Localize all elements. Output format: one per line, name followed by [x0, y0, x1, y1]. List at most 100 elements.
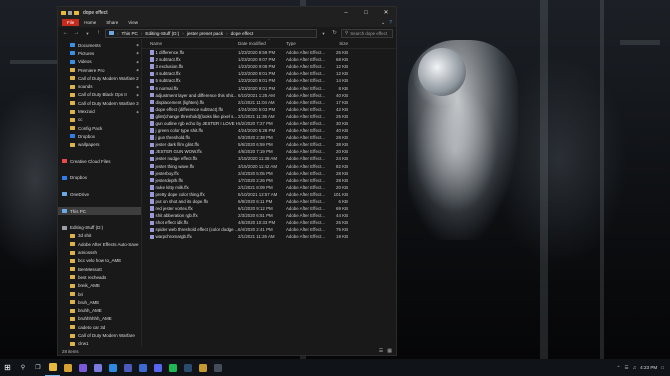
nav-item[interactable]: bri — [58, 290, 141, 298]
file-row[interactable]: jester thing wave.ffx 3/15/2020 11:42 AM A… — [142, 163, 396, 170]
tab-view[interactable]: View — [123, 19, 143, 26]
nav-item[interactable]: Call of Duty Modern Warfare 3◆ — [58, 99, 141, 107]
help-icon[interactable]: ? — [389, 20, 392, 26]
file-row[interactable]: 2 subtract.ffx 1/23/2020 9:07 PM Adobe Aft… — [142, 56, 396, 63]
address-dropdown-icon[interactable]: ▼ — [319, 31, 328, 36]
nav-item[interactable]: Dropbox — [58, 174, 141, 182]
file-row[interactable]: put on shot and its dope.ffx 6/9/2020 6:1… — [142, 198, 396, 205]
nav-item[interactable]: OneDrive — [58, 190, 141, 198]
premiere-icon[interactable] — [75, 359, 90, 376]
file-row[interactable]: JESTER GUN WOW.ffx 4/6/2020 7:19 PM Adobe … — [142, 148, 396, 155]
file-row[interactable]: j green color type shit.ffx 4/24/2020 5:2… — [142, 127, 396, 134]
file-row[interactable]: spider web threshold effect (color dodge… — [142, 226, 396, 233]
nav-item[interactable]: Creative Cloud Files — [58, 157, 141, 165]
nav-item[interactable]: bruhh_AME — [58, 307, 141, 315]
nav-item[interactable]: 3d shit — [58, 232, 141, 240]
recent-locations-icon[interactable]: ▼ — [83, 31, 92, 36]
new-folder-icon[interactable] — [74, 10, 79, 15]
windows-start-icon[interactable]: ⊞ — [0, 359, 15, 376]
file-row[interactable]: displacement (lighten).ffx 2/1/2021 11:04… — [142, 99, 396, 106]
file-row[interactable]: adjustment layer and difference this shi… — [142, 92, 396, 99]
file-row[interactable]: jesterdepth.ffx 1/7/2020 2:26 PM Adobe Aft… — [142, 177, 396, 184]
nav-item[interactable]: best recheads — [58, 273, 141, 281]
tab-file[interactable]: File — [62, 19, 80, 26]
network-icon[interactable]: ☰ — [625, 365, 629, 371]
nav-item[interactable]: Videos ◆ — [58, 58, 141, 66]
refresh-icon[interactable]: ↻ — [330, 30, 339, 36]
nav-item[interactable]: sounds ◆ — [58, 82, 141, 90]
tab-home[interactable]: Home — [79, 19, 101, 26]
back-arrow-icon[interactable]: ← — [61, 30, 70, 36]
maximize-button[interactable]: □ — [356, 7, 376, 18]
nav-item[interactable]: cadeto car 3d — [58, 323, 141, 331]
nav-item[interactable]: This PC — [58, 206, 141, 216]
file-row[interactable]: nuke kitty milk.ffx 2/1/2021 8:09 PM Adobe… — [142, 184, 396, 191]
breadcrumb-this-pc[interactable]: This PC — [122, 31, 138, 36]
breadcrumb-jester-preset-pack[interactable]: jester preset pack — [187, 31, 223, 36]
nav-item[interactable]: bruhhhhhh_AME — [58, 315, 141, 323]
nav-item[interactable]: clrw1 — [58, 340, 141, 347]
title-bar[interactable]: dope effect – □ ✕ — [58, 7, 396, 18]
quick-access-icon[interactable] — [68, 10, 72, 15]
clock[interactable]: 4:23 PM — [640, 365, 657, 371]
task-view-icon[interactable]: ❐ — [31, 364, 45, 371]
file-row[interactable]: red jester vortex.ffx 6/1/2020 9:12 PM Ado… — [142, 205, 396, 212]
media-encoder-icon[interactable] — [120, 359, 135, 376]
notifications-icon[interactable]: □ — [661, 365, 664, 370]
folder-icon[interactable] — [195, 359, 210, 376]
file-row[interactable]: shot effect idk.ffx 4/6/2020 10:33 PM Adob… — [142, 219, 396, 226]
nav-item[interactable]: wallpapers — [58, 141, 141, 149]
up-arrow-icon[interactable]: ↑ — [94, 30, 103, 36]
file-row[interactable]: warpchromargb.ffx 2/1/2021 11:26 AM Adobe … — [142, 233, 396, 240]
file-row[interactable]: jester dark film glint.ffx 5/6/2020 6:59 … — [142, 141, 396, 148]
spotify-icon[interactable] — [165, 359, 180, 376]
file-row[interactable]: jesterboy.ffx 2/4/2020 5:05 PM Adobe After… — [142, 170, 396, 177]
file-row[interactable]: gun outline rgb echo by JESTER I LOVE H.… — [142, 120, 396, 127]
breadcrumb-drive[interactable]: Editing-Stuff (D:) — [145, 31, 179, 36]
details-view-icon[interactable]: ☰ — [379, 348, 383, 354]
nav-item[interactable]: Config Pack — [58, 124, 141, 132]
expand-ribbon-icon[interactable]: ⌄ — [381, 20, 385, 26]
close-button[interactable]: ✕ — [376, 7, 396, 18]
search-icon[interactable]: ⚲ — [15, 364, 31, 371]
nav-item[interactable]: Adobe After Effects Auto-Save — [58, 240, 141, 248]
search-box[interactable]: ⚲ Search dope effect — [341, 28, 393, 38]
tab-share[interactable]: Share — [101, 19, 123, 26]
nav-item[interactable]: BenMessott — [58, 265, 141, 273]
show-hidden-icons-icon[interactable]: ⌃ — [617, 365, 621, 371]
file-row[interactable]: 5 subtract.ffx 1/23/2020 9:01 PM Adobe Aft… — [142, 77, 396, 84]
nav-item[interactable]: amiosssh — [58, 248, 141, 256]
volume-icon[interactable]: ♫ — [633, 365, 636, 370]
nav-item[interactable]: Premiere Pro ◆ — [58, 66, 141, 74]
file-explorer-icon[interactable] — [45, 359, 60, 376]
file-row[interactable]: j gun threshold.ffx 5/3/2020 2:38 PM Adobe… — [142, 134, 396, 141]
nav-item[interactable]: bcc velo how to_AME — [58, 257, 141, 265]
nav-item[interactable]: bruh_AME — [58, 298, 141, 306]
after-effects-icon[interactable] — [90, 359, 105, 376]
file-row[interactable]: 3 exclusion.ffx 1/23/2020 9:08 PM Adobe Af… — [142, 63, 396, 70]
file-row[interactable]: 4 subtract.ffx 1/23/2020 9:01 PM Adobe Aft… — [142, 70, 396, 77]
file-row[interactable]: dope effect (difference subtract).ffx 4/2… — [142, 106, 396, 113]
nav-item[interactable]: Call of Duty Modern Warfare 2◆ — [58, 74, 141, 82]
file-row[interactable]: 6 normal.ffx 1/23/2020 9:01 PM Adobe After… — [142, 84, 396, 91]
obs-icon[interactable] — [210, 359, 225, 376]
nav-item[interactable]: Documents ◆ — [58, 41, 141, 49]
minimize-button[interactable]: – — [336, 7, 356, 18]
nav-item[interactable]: Mexzoid ◆ — [58, 107, 141, 115]
nav-item[interactable]: Call of Duty Black Ops II ◆ — [58, 91, 141, 99]
nav-item[interactable]: Editing-Stuff (D:) — [58, 224, 141, 232]
nav-item[interactable]: cc — [58, 116, 141, 124]
nav-item[interactable]: Dropbox — [58, 132, 141, 140]
large-icons-view-icon[interactable]: ▦ — [387, 348, 392, 354]
photoshop-icon[interactable] — [105, 359, 120, 376]
discord-icon[interactable] — [150, 359, 165, 376]
file-row[interactable]: shit abberation rgb.ffx 2/3/2020 6:51 PM A… — [142, 212, 396, 219]
nav-item[interactable]: Pictures ◆ — [58, 49, 141, 57]
steam-icon[interactable] — [180, 359, 195, 376]
nav-item[interactable]: Call of Duty Modern Warfare — [58, 331, 141, 339]
nav-item[interactable]: breik_AME — [58, 282, 141, 290]
file-row[interactable]: 1 difference.ffx 1/23/2020 8:59 PM Adobe A… — [142, 49, 396, 56]
file-explorer-window[interactable]: dope effect – □ ✕ File Home Share View ⌄… — [57, 6, 397, 356]
address-bar[interactable]: › This PC › Editing-Stuff (D:) › jester … — [105, 28, 317, 38]
file-row[interactable]: glint(change threshold)(looks like pixel… — [142, 113, 396, 120]
